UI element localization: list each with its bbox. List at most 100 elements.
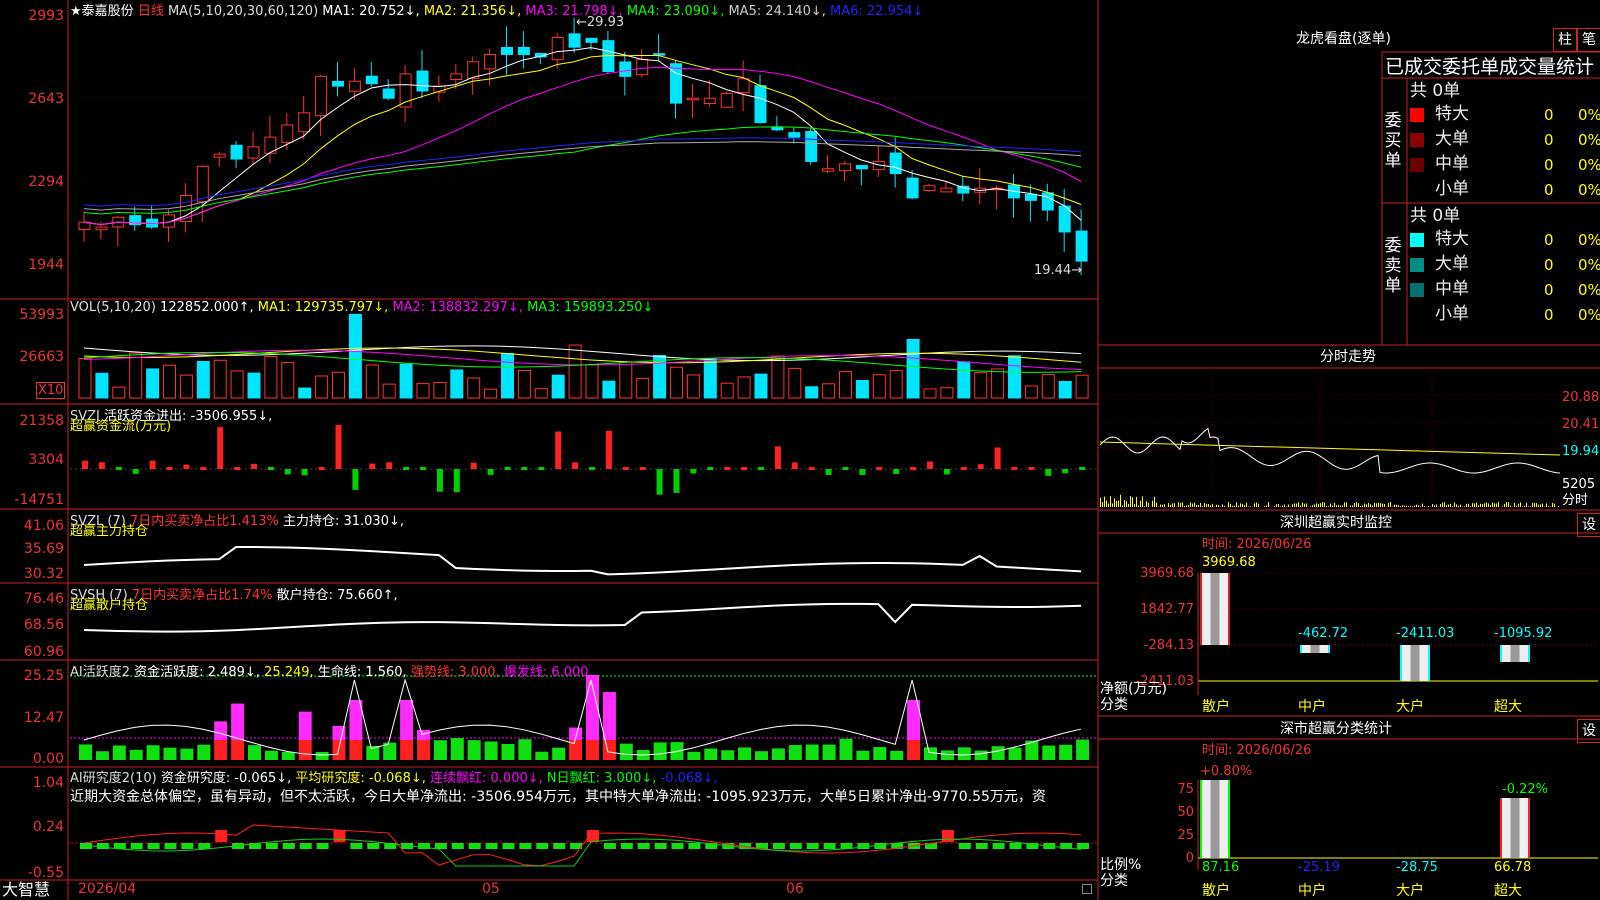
fenshi-volume-bar <box>1104 496 1105 507</box>
fenshi-volume-bar <box>1360 505 1361 507</box>
fenshi-volume-bar <box>1436 504 1437 507</box>
fenshi-volume-bar <box>1526 503 1527 507</box>
fenshi-volume-bar <box>1548 506 1549 507</box>
svzj-bar <box>656 469 663 495</box>
fenshi-volume-bar <box>1550 506 1551 507</box>
fenshi-volume-bar <box>1102 501 1103 507</box>
period-label[interactable]: 日线 <box>138 4 164 19</box>
fenshi-volume-bar <box>1328 506 1329 507</box>
volume-bar <box>315 375 329 399</box>
candle-body <box>315 75 328 117</box>
svzj-bar <box>639 467 646 470</box>
tick-view-button[interactable]: 笔 <box>1577 28 1600 52</box>
stock-name[interactable]: 泰嘉股份 <box>82 4 134 19</box>
fenshi-volume-bar <box>1504 503 1505 507</box>
activity-bar <box>400 700 414 740</box>
buy-row-pct: 0% <box>1578 156 1600 174</box>
bar-view-button[interactable]: 柱 <box>1553 28 1577 52</box>
volume-bar <box>923 388 937 399</box>
fenshi-volume-bar <box>1178 502 1179 507</box>
fenshi-volume-bar <box>1390 502 1391 507</box>
activity-bar <box>940 750 954 760</box>
volume-bar <box>163 364 176 399</box>
class-bar-retail-edge <box>1228 780 1230 858</box>
fenshi-volume-bar <box>1492 502 1493 507</box>
sz-class-category: 中户 <box>1298 883 1326 899</box>
fenshi-volume-bar <box>1194 502 1195 507</box>
vol-ma3: MA3: 159893.250↓ <box>527 300 654 315</box>
research-bar <box>198 843 211 849</box>
svzj-bar <box>453 469 460 493</box>
svsh-main-line <box>83 602 1082 633</box>
fenshi-volume-bar <box>1108 503 1109 507</box>
sz-monitor-time: 时间: 2026/06/26 <box>1202 537 1312 552</box>
candle-body <box>298 112 311 133</box>
activity-bar <box>433 740 447 760</box>
svsh-axis-2: 60.96 <box>23 644 64 660</box>
svsh-ratio: 7日内买卖净占比1.74% <box>131 588 273 603</box>
sz-monitor-ylabel: 净额(万元) <box>1100 681 1167 697</box>
buy-row-value: 0 <box>1544 156 1554 174</box>
fenshi-volume-bar <box>1536 502 1537 507</box>
volume-bar <box>129 352 143 399</box>
research-bar <box>485 843 498 849</box>
fenshi-volume-bar <box>1402 505 1403 507</box>
activity-bar <box>214 721 228 740</box>
fenshi-volume-bar <box>1168 503 1169 507</box>
fenshi-volume-bar <box>1116 500 1117 507</box>
svzj-bar <box>741 467 748 470</box>
svzj-bar <box>859 469 866 475</box>
volume-bar <box>551 374 565 399</box>
svzj-bar <box>1011 467 1018 470</box>
date-axis-06: 06 <box>786 881 804 897</box>
activity-bar <box>653 742 667 760</box>
fenshi-volume-bar <box>1444 502 1445 507</box>
activity-bar <box>79 744 92 760</box>
fenshi-axis-4: 分时 <box>1562 493 1589 508</box>
ai3-axis-2: -0.55 <box>27 865 64 881</box>
svzj-bar <box>1045 469 1052 476</box>
sell-row-name: 特大 <box>1435 229 1469 249</box>
fenshi-volume-bar <box>1358 503 1359 507</box>
monitor-bar-retail-edge <box>1200 573 1202 645</box>
fenshi-volume-bar <box>1378 502 1379 507</box>
research-bar <box>671 843 684 849</box>
fenshi-volume-bar <box>1384 504 1385 507</box>
candle-body <box>822 168 835 172</box>
volume-bar <box>416 383 430 399</box>
fenshi-volume-bar <box>1524 505 1525 507</box>
fenshi-volume-bar <box>1380 503 1381 507</box>
sz-class-category: 超大 <box>1494 883 1522 899</box>
svzj-bar <box>98 462 105 469</box>
sz-monitor-category: 中户 <box>1298 699 1326 715</box>
svzj-bar <box>808 467 815 470</box>
svzl-main-line <box>83 546 1082 576</box>
fenshi-volume-bar <box>1258 503 1259 507</box>
lock-icon[interactable] <box>1082 884 1092 894</box>
fenshi-volume-bar <box>1216 504 1217 507</box>
activity-bar <box>417 729 430 740</box>
fenshi-volume-bar <box>1312 505 1313 507</box>
star-icon[interactable]: ★ <box>70 4 82 19</box>
ai2-axis-1: 12.47 <box>23 710 64 726</box>
ai3-header: AI研究度2(10) 资金研究度: -0.065↓, 平均研究度: -0.068… <box>70 767 717 786</box>
sz-class-settings-button[interactable]: 设 <box>1577 719 1600 743</box>
fenshi-volume-bar <box>1128 503 1129 507</box>
sz-monitor-category: 散户 <box>1202 699 1230 715</box>
sz-class-top4: -0.22% <box>1502 782 1548 797</box>
sz-class-bar-value: -28.75 <box>1396 860 1438 875</box>
sz-monitor-settings-button[interactable]: 设 <box>1577 513 1600 537</box>
price-high-label: ←29.93 <box>576 15 625 30</box>
fenshi-volume-bar <box>1346 502 1347 507</box>
fenshi-volume-bar <box>1422 503 1423 507</box>
fenshi-volume-bar <box>1442 502 1443 507</box>
main-chart-canvas[interactable] <box>0 0 1600 900</box>
volume-bar <box>247 372 261 399</box>
volume-bar <box>1058 381 1072 399</box>
buy-total: 共 0单 <box>1410 81 1461 101</box>
candle-body <box>855 165 868 170</box>
svzj-bar <box>166 467 173 470</box>
price-axis-2: 2294 <box>28 174 64 190</box>
sz-class-category: 大户 <box>1396 883 1424 899</box>
fenshi-volume-bar <box>1204 503 1205 507</box>
